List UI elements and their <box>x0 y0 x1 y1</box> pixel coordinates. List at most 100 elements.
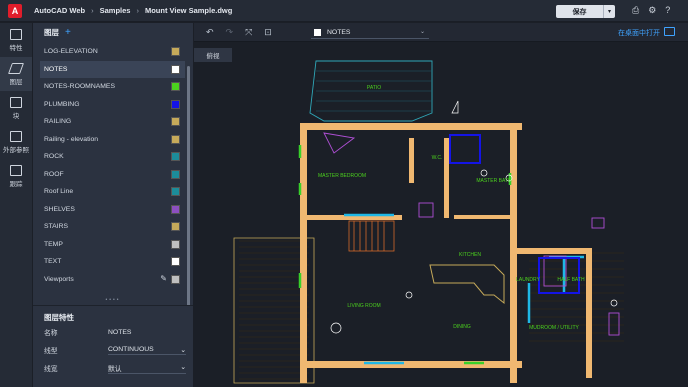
layer-name: SHELVES <box>44 205 75 213</box>
layer-color-swatch[interactable] <box>171 239 180 249</box>
layer-color-swatch[interactable] <box>171 152 180 161</box>
layer-properties-panel: 图层特性 名称 NOTES 线型 CONTINUOUS ⌄ 线宽 默认 ⌄ <box>33 305 193 387</box>
sidebar-item-properties[interactable]: 特性 <box>0 23 32 57</box>
property-key: 名称 <box>44 330 58 337</box>
layer-list: LOG-ELEVATION NOTES NOTES-ROOMNAMES PLUMBIN… <box>40 43 185 288</box>
sidebar-item-trace[interactable]: 跟踪 <box>0 159 32 193</box>
canvas-toolbar: ↶ ↷ ⤧ ⊡ NOTES ⌄ 在桌面中打开 <box>194 23 688 42</box>
room-label-laundry: LAUNDRY <box>516 277 540 283</box>
current-layer-name: NOTES <box>327 28 351 36</box>
linetype-select[interactable]: CONTINUOUS ⌄ <box>108 346 186 355</box>
layer-properties-title: 图层特性 <box>44 313 74 322</box>
room-label-master-bath: MASTER BATH <box>476 178 512 184</box>
room-label-half-bath: HALF BATH <box>557 277 585 283</box>
layer-row[interactable]: ROCK <box>40 148 185 166</box>
add-layer-button[interactable]: + <box>65 27 71 38</box>
sidebar-item-xref[interactable]: 外部参照 <box>0 125 32 159</box>
layer-name: NOTES-ROOMNAMES <box>44 83 115 91</box>
kitchen-counter <box>429 264 505 305</box>
layer-row[interactable]: Viewports ✎ <box>40 271 185 289</box>
zoom-extents-icon[interactable]: ⤧ <box>245 27 252 38</box>
top-bar: A AutoCAD Web › Samples › Mount View Sam… <box>0 0 688 22</box>
layer-row[interactable]: PLUMBING <box>40 96 185 114</box>
floor-plan-drawing[interactable]: PATIO MASTER BEDROOM W.C. MASTER BATH KI… <box>194 43 688 387</box>
layer-name: PLUMBING <box>44 100 80 108</box>
property-key: 线宽 <box>44 366 58 373</box>
help-icon[interactable]: ? <box>665 5 670 16</box>
layer-color-swatch[interactable] <box>171 257 180 266</box>
layer-row[interactable]: RAILING <box>40 113 185 131</box>
zoom-window-icon[interactable]: ⊡ <box>264 27 272 38</box>
layer-color-swatch[interactable] <box>171 64 180 74</box>
layer-row[interactable]: NOTES-ROOMNAMES <box>40 78 185 96</box>
save-group: 保存 ▾ <box>556 5 615 18</box>
layer-name: Railing - elevation <box>44 135 99 143</box>
chevron-right-icon: › <box>136 6 139 15</box>
layer-color-swatch[interactable] <box>171 134 180 144</box>
layer-name: ROCK <box>44 153 64 161</box>
layer-name-value[interactable]: NOTES <box>108 329 186 336</box>
save-dropdown-button[interactable]: ▾ <box>603 5 615 18</box>
sidebar-item-label: 特性 <box>9 44 23 52</box>
layers-icon <box>7 62 25 74</box>
layer-row[interactable]: TEXT <box>40 253 185 271</box>
layer-name: Viewports <box>44 275 74 283</box>
layer-color-swatch[interactable] <box>171 204 180 214</box>
save-button[interactable]: 保存 <box>556 5 603 18</box>
layer-color-swatch[interactable] <box>171 222 180 231</box>
breadcrumb-product[interactable]: AutoCAD Web <box>34 6 85 15</box>
sidebar-item-label: 外部参照 <box>3 146 29 154</box>
layer-name: STAIRS <box>44 223 69 231</box>
chevron-down-icon: ⌄ <box>419 29 425 35</box>
layer-row[interactable]: Roof Line <box>40 183 185 201</box>
property-row-lineweight: 线宽 默认 ⌄ <box>33 359 193 377</box>
layer-name: LOG-ELEVATION <box>44 48 98 56</box>
panel-resize-handle[interactable]: •••• <box>33 297 193 303</box>
sidebar-item-label: 跟踪 <box>9 180 23 188</box>
layer-row[interactable]: ROOF <box>40 166 185 184</box>
layer-color-swatch[interactable] <box>171 99 180 109</box>
room-label-patio: PATIO <box>367 85 381 91</box>
sidebar-item-label: 图层 <box>9 78 23 86</box>
redo-icon[interactable]: ↷ <box>226 27 234 38</box>
desktop-icon[interactable] <box>664 27 675 36</box>
layer-color-swatch[interactable] <box>171 169 180 179</box>
current-layer-select[interactable]: NOTES ⌄ <box>311 26 429 39</box>
layer-row[interactable]: LOG-ELEVATION <box>40 43 185 61</box>
layer-row[interactable]: STAIRS <box>40 218 185 236</box>
layer-color-swatch[interactable] <box>171 117 180 126</box>
lightbulb-icon[interactable]: ✎ <box>160 274 167 283</box>
chevron-right-icon: › <box>91 6 94 15</box>
room-label-kitchen: KITCHEN <box>459 252 481 258</box>
layer-name: NOTES <box>44 65 68 73</box>
xref-icon <box>10 130 22 142</box>
lineweight-select[interactable]: 默认 ⌄ <box>108 363 186 374</box>
layer-list-scrollbar[interactable] <box>187 66 190 316</box>
left-toolbar: 特性 图层 块 外部参照 跟踪 <box>0 23 32 387</box>
property-row-linetype: 线型 CONTINUOUS ⌄ <box>33 341 193 359</box>
layer-color-swatch <box>314 28 321 36</box>
layer-row[interactable]: SHELVES <box>40 201 185 219</box>
breadcrumb: AutoCAD Web › Samples › Mount View Sampl… <box>34 6 232 15</box>
layer-color-swatch[interactable] <box>171 82 180 91</box>
layer-color-swatch[interactable] <box>171 47 180 56</box>
sidebar-item-layers[interactable]: 图层 <box>0 57 32 91</box>
undo-icon[interactable]: ↶ <box>206 27 214 38</box>
print-icon[interactable]: ⎙ <box>632 5 639 16</box>
open-in-desktop-link[interactable]: 在桌面中打开 <box>618 28 660 38</box>
breadcrumb-folder[interactable]: Samples <box>100 6 131 15</box>
layer-row[interactable]: Railing - elevation <box>40 131 185 149</box>
layer-row[interactable]: NOTES <box>40 60 185 78</box>
sidebar-item-label: 块 <box>12 112 20 120</box>
sidebar-item-block[interactable]: 块 <box>0 91 32 125</box>
breadcrumb-file: Mount View Sample.dwg <box>144 6 233 15</box>
layers-panel-header: 图层 + <box>33 23 193 41</box>
gear-icon[interactable]: ⚙ <box>648 5 656 16</box>
layer-name: TEMP <box>44 240 63 248</box>
property-row-name: 名称 NOTES <box>33 323 193 341</box>
autocad-logo[interactable]: A <box>8 3 22 18</box>
room-label-living-room: LIVING ROOM <box>347 303 380 309</box>
layer-row[interactable]: TEMP <box>40 236 185 254</box>
layer-color-swatch[interactable] <box>171 274 180 284</box>
layer-color-swatch[interactable] <box>171 187 180 196</box>
